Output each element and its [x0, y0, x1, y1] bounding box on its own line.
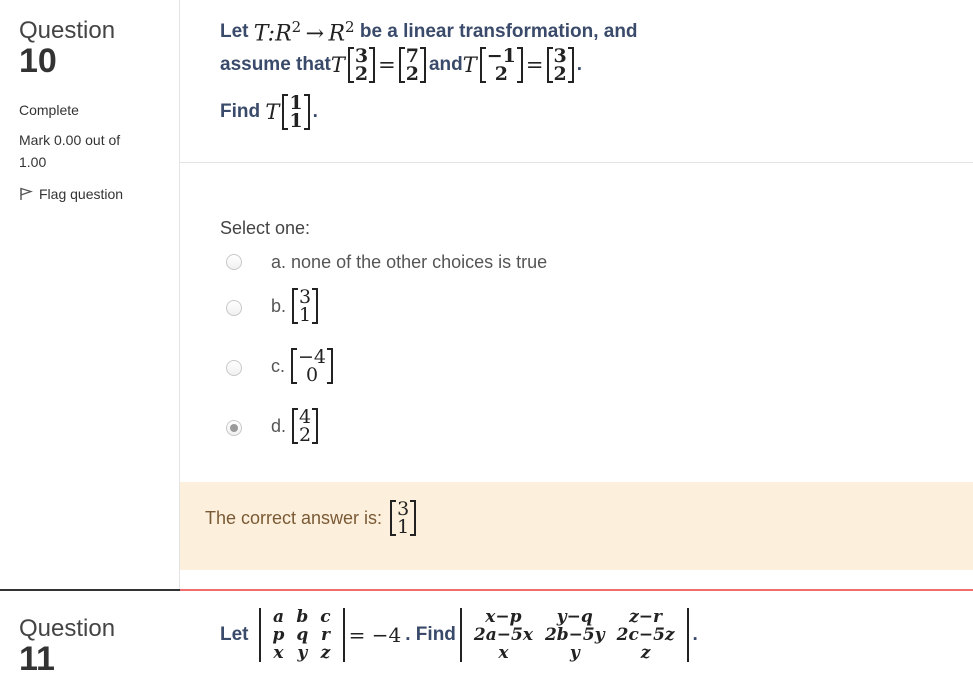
option-b-label[interactable]: b. 31 [271, 288, 321, 326]
det-entry: p [272, 625, 285, 645]
flag-icon [20, 187, 33, 200]
option-letter: b. [271, 295, 287, 316]
question-content-10: Let T:R2 → R2 be a linear transformation… [180, 0, 973, 590]
option-letter: a. [271, 252, 287, 272]
flag-question-link[interactable]: Flag question [19, 186, 180, 202]
vec-entry: 2 [494, 63, 508, 85]
det-entry: a [272, 607, 284, 627]
det-entry: z−r [629, 607, 663, 627]
math-eq: = [378, 53, 396, 77]
question-separator-right [180, 589, 973, 591]
question-text-11: Let abc pqr xyz = −4 . Find x−p y−q z−r 2a… [220, 608, 698, 662]
vector-r1: 72 [398, 47, 427, 85]
det-entry: r [320, 625, 330, 645]
text-period: . [692, 624, 698, 645]
text-period: . [312, 101, 318, 122]
option-letter: d. [271, 415, 287, 436]
flag-question-label: Flag question [39, 186, 124, 202]
math-sup: 2 [345, 18, 355, 36]
det-entry: y [297, 643, 308, 663]
vec-entry: 0 [305, 364, 319, 386]
text-and: and [428, 54, 463, 75]
text-period: . [576, 54, 583, 75]
det-entry: x [273, 643, 284, 663]
option-b-vector: 31 [292, 288, 319, 326]
det-entry: b [296, 607, 309, 627]
det-entry: y−q [556, 607, 593, 627]
select-one-label: Select one: [220, 218, 311, 238]
section-divider [180, 162, 973, 163]
option-text: none of the other choices is true [291, 252, 548, 272]
det-entry: x [498, 643, 509, 663]
option-c-label[interactable]: c. −4 0 [271, 348, 336, 386]
det-entry: x−p [485, 607, 522, 627]
det-entry: z [320, 643, 331, 663]
vec-entry: 1 [397, 516, 410, 538]
text-find: Find [220, 101, 261, 122]
math-eq: = [525, 53, 544, 77]
det-entry: 2a−5x [473, 625, 533, 645]
math-t: T [462, 53, 477, 77]
det-entry: y [569, 643, 580, 663]
feedback-box: The correct answer is: 31 [180, 482, 973, 570]
vector-v1: 32 [347, 47, 376, 85]
question-info-10: Question 10 Complete Mark 0.00 out of 1.… [0, 17, 180, 203]
correct-answer-row: The correct answer is: 31 [205, 500, 419, 538]
vector-v2: −1 2 [479, 47, 524, 85]
option-c-radio[interactable] [226, 360, 242, 376]
det-entry: z [640, 643, 651, 663]
option-d-vector: 42 [292, 408, 319, 446]
option-d-label[interactable]: d. 42 [271, 408, 321, 446]
determinant-2: x−p y−q z−r 2a−5x 2b−5y 2c−5z x y z [459, 607, 689, 663]
vec-entry: 1 [289, 110, 303, 132]
option-a-radio[interactable] [226, 254, 242, 270]
text-let: Let [220, 21, 249, 43]
option-letter: c. [271, 355, 286, 376]
vector-r2: 32 [546, 47, 574, 85]
text-assume: assume that [220, 54, 331, 75]
question-number: 10 [19, 42, 57, 80]
question-text-line1: Let T:R2 → R2 be a linear transformation… [220, 18, 638, 46]
question-text-line2: assume that T 32 = 72 and T −1 2 = 32 . [220, 47, 583, 85]
vector-v3: 11 [282, 94, 310, 132]
text-tail: be a linear transformation, and [359, 21, 638, 43]
det-entry: c [320, 607, 331, 627]
math-eq: = −4 [348, 623, 402, 647]
question-text-line3: Find T 11 . [220, 94, 318, 132]
question-mark: Mark 0.00 out of [19, 132, 121, 148]
math-arrow: → [305, 21, 325, 47]
math-t: T [330, 53, 345, 77]
det-entry: 2c−5z [616, 625, 675, 645]
vec-entry: 2 [299, 424, 312, 446]
question-info-11: Question 11 [0, 615, 180, 678]
math-t-r: T:R [253, 21, 292, 47]
text-let: Let [220, 624, 249, 645]
det-entry: 2b−5y [544, 625, 605, 645]
vec-entry: 2 [405, 63, 419, 85]
option-b-radio[interactable] [226, 300, 242, 316]
math-t: T [265, 100, 280, 124]
math-sup: 2 [291, 18, 302, 36]
math-tmap: T:R2 → R2 [254, 18, 355, 46]
correct-answer-text: The correct answer is: [205, 507, 383, 528]
text-find: . Find [405, 624, 456, 645]
question-label: Question [19, 615, 116, 642]
option-a-label[interactable]: a. none of the other choices is true [271, 252, 547, 273]
option-c-vector: −4 0 [291, 348, 334, 386]
vec-entry: 2 [354, 63, 369, 85]
question-status: Complete [19, 102, 79, 118]
option-d-radio[interactable] [226, 420, 242, 436]
vec-entry: 1 [299, 304, 312, 326]
correct-answer-vector: 31 [390, 500, 417, 538]
question-label: Question [19, 17, 116, 44]
determinant-1: abc pqr xyz [258, 607, 345, 663]
question-separator-left [0, 589, 180, 591]
question-mark-total: 1.00 [19, 154, 47, 170]
question-number: 11 [19, 640, 55, 678]
math-r: R [328, 21, 346, 47]
det-entry: q [296, 625, 309, 645]
vec-entry: 2 [553, 63, 567, 85]
